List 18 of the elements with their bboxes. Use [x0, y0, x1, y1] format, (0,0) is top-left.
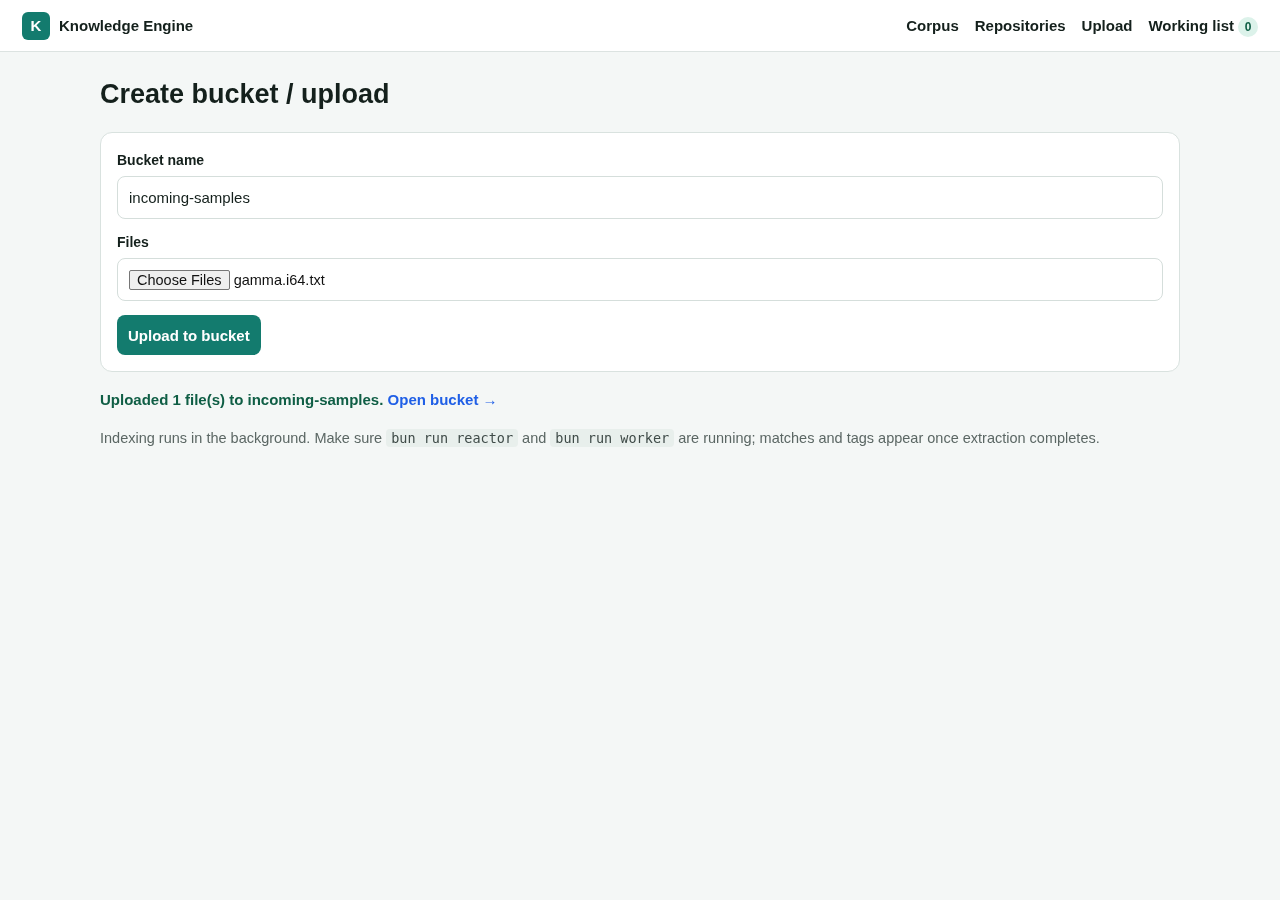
- bucket-name-field[interactable]: incoming-samples: [117, 176, 1163, 219]
- choose-files-button[interactable]: Choose Files: [129, 269, 230, 290]
- field-label: Bucket name: [117, 151, 206, 169]
- file-name: gamma.i64.txt: [233, 271, 325, 288]
- upload-success-message: Uploaded 1 file(s) to incoming-samples. Open bucket →: [100, 390, 499, 410]
- count-badge: 0: [1238, 16, 1258, 37]
- app-name: Knowledge Engine: [59, 17, 194, 34]
- page-title: Create bucket / upload: [100, 78, 391, 111]
- logo-mark: K: [22, 11, 50, 40]
- open-bucket-link[interactable]: Open bucket →: [387, 391, 498, 408]
- file-field[interactable]: Choose Files gamma.i64.txt: [117, 258, 1163, 301]
- nav-link[interactable]: Working list 0: [1148, 14, 1258, 37]
- nav-link[interactable]: Corpus: [906, 17, 959, 34]
- upload-button[interactable]: Upload to bucket: [117, 315, 261, 355]
- nav-link[interactable]: Upload: [1081, 17, 1133, 34]
- field-label: Files: [117, 233, 150, 251]
- nav-link[interactable]: Repositories: [974, 17, 1066, 34]
- indexing-note: Indexing runs in the background. Make sure bun run reactor and bun run worker are running; matches and tags appear once extraction completes.: [100, 428, 1101, 449]
